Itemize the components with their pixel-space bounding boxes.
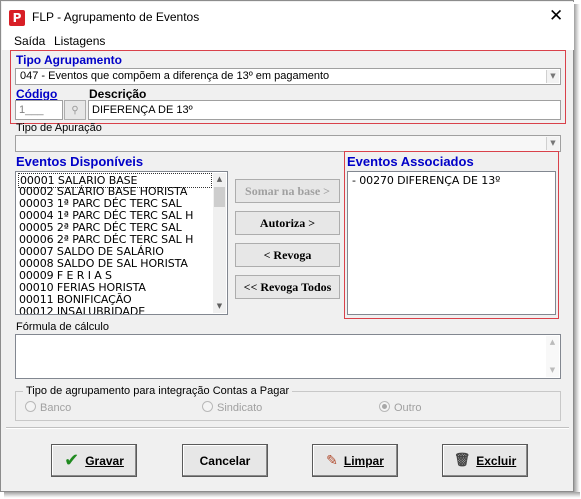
scroll-up-icon[interactable]: ▲ (213, 173, 226, 186)
excluir-label: Excluir (476, 453, 517, 468)
dialog-window: P FLP - Agrupamento de Eventos ✕ Saída L… (0, 0, 574, 492)
binoculars-icon[interactable]: ⚲ (64, 100, 86, 120)
cancelar-label: Cancelar (199, 453, 251, 468)
codigo-field[interactable]: 1___ (15, 100, 63, 120)
formula-textarea[interactable]: ▲ ▼ (15, 334, 561, 379)
radio-circle-icon (202, 401, 213, 412)
radio-outro[interactable]: Outro (379, 401, 422, 414)
close-icon[interactable]: ✕ (549, 6, 563, 26)
scroll-up-icon[interactable]: ▲ (546, 336, 559, 349)
codigo-value: 1___ (19, 104, 44, 116)
revoga-button[interactable]: < Revoga (235, 243, 340, 267)
excluir-button[interactable]: 🗑 Excluir (442, 444, 528, 477)
footer-divider (6, 427, 569, 429)
integracao-label: Tipo de agrupamento para integração Cont… (23, 385, 293, 397)
gravar-button[interactable]: ✔ Gravar (51, 444, 137, 477)
limpar-label: Limpar (343, 453, 384, 468)
eventos-disponiveis-label: Eventos Disponíveis (16, 154, 144, 169)
list-scrollbar[interactable]: ▲ ▼ (213, 173, 226, 313)
app-logo-icon: P (9, 10, 25, 26)
checkmark-icon: ✔ (64, 450, 80, 471)
chevron-down-icon[interactable]: ▼ (546, 70, 559, 83)
eraser-broom-icon: ✎ (326, 452, 338, 469)
window-shadow (4, 492, 580, 498)
gravar-label: Gravar (85, 453, 124, 468)
radio-selected-icon (379, 401, 390, 412)
radio-sindicato[interactable]: Sindicato (202, 401, 262, 414)
eventos-associados-list[interactable]: - 00270 DIFERENÇA DE 13º (347, 171, 556, 315)
radio-banco[interactable]: Banco (25, 401, 71, 414)
scroll-thumb[interactable] (214, 187, 225, 207)
list-item[interactable]: - 00270 DIFERENÇA DE 13º (352, 174, 500, 187)
tipo-agrupamento-label: Tipo Agrupamento (16, 53, 122, 67)
chevron-down-icon[interactable]: ▼ (546, 137, 559, 150)
revoga-todos-button[interactable]: << Revoga Todos (235, 275, 340, 299)
formula-scrollbar[interactable]: ▲ ▼ (546, 336, 559, 377)
trash-icon: 🗑 (453, 453, 471, 468)
codigo-label: Código (16, 87, 58, 101)
tipo-apuracao-select[interactable]: ▼ (15, 135, 561, 152)
radio-circle-icon (25, 401, 36, 412)
tipo-apuracao-label: Tipo de Apuração (16, 122, 102, 134)
eventos-disponiveis-list[interactable]: 00001 SALARIO BASE 00002 SALÁRIO BASE HO… (15, 171, 228, 315)
menu-bar: Saída Listagens (2, 32, 574, 50)
window-title: FLP - Agrupamento de Eventos (32, 10, 200, 24)
window-shadow (574, 4, 580, 498)
formula-label: Fórmula de cálculo (16, 321, 109, 333)
cancelar-button[interactable]: Cancelar (182, 444, 268, 477)
scroll-down-icon[interactable]: ▼ (213, 300, 226, 313)
menu-listagens[interactable]: Listagens (54, 34, 105, 48)
somar-na-base-button[interactable]: Somar na base > (235, 179, 340, 203)
eventos-associados-label: Eventos Associados (347, 154, 474, 169)
title-bar: P FLP - Agrupamento de Eventos ✕ (2, 2, 574, 32)
descricao-label: Descrição (89, 87, 147, 101)
descricao-field[interactable]: DIFERENÇA DE 13º (88, 100, 561, 120)
scroll-down-icon[interactable]: ▼ (546, 364, 559, 377)
descricao-value: DIFERENÇA DE 13º (92, 104, 193, 116)
menu-saida[interactable]: Saída (14, 34, 45, 48)
limpar-button[interactable]: ✎ Limpar (312, 444, 398, 477)
tipo-agrupamento-value: 047 - Eventos que compõem a diferença de… (20, 70, 330, 82)
tipo-agrupamento-select[interactable]: 047 - Eventos que compõem a diferença de… (15, 68, 561, 85)
list-item[interactable]: 00012 INSALUBRIDADE (19, 305, 145, 314)
autoriza-button[interactable]: Autoriza > (235, 211, 340, 235)
